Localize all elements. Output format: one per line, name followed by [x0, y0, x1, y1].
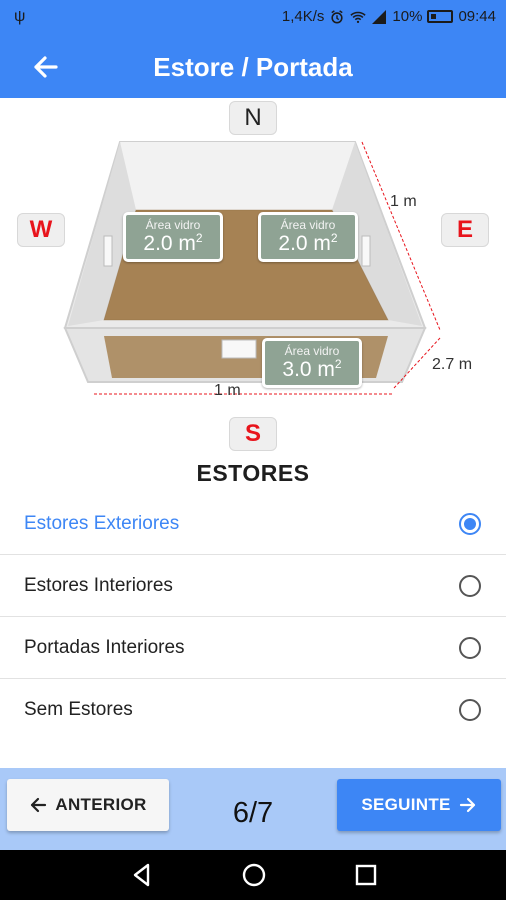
battery-percent: 10% — [392, 8, 423, 25]
glass-area-value: 3.0 m2 — [282, 357, 342, 381]
option-label: Portadas Interiores — [24, 637, 185, 658]
compass-west: W — [17, 213, 65, 247]
radio-button[interactable] — [459, 575, 481, 597]
signal-icon — [372, 9, 387, 24]
option-estores-interiores[interactable]: Estores Interiores — [0, 555, 506, 617]
network-speed: 1,4K/s — [281, 8, 325, 25]
option-label: Estores Interiores — [24, 575, 173, 596]
glass-area-label: Área vidro — [284, 344, 340, 358]
section-title: ESTORES — [196, 460, 310, 486]
option-estores-exteriores[interactable]: Estores Exteriores — [0, 493, 506, 555]
home-circle-icon[interactable] — [240, 861, 268, 889]
option-label: Estores Exteriores — [24, 513, 180, 534]
status-bar: ψ 1,4K/s 10% 09:44 — [0, 0, 506, 34]
room-diagram: N W E S Área vidro 2.0 m2 Área vidro 2.0… — [0, 98, 506, 458]
back-triangle-icon[interactable] — [128, 861, 156, 889]
compass-south: S — [229, 417, 277, 451]
glass-area-value: 2.0 m2 — [278, 231, 338, 255]
radio-button[interactable] — [459, 699, 481, 721]
glass-area-south[interactable]: Área vidro 3.0 m2 — [262, 338, 362, 388]
option-label: Sem Estores — [24, 699, 133, 720]
next-button[interactable]: SEGUINTE — [337, 779, 501, 831]
radio-button[interactable] — [459, 637, 481, 659]
dimension-depth: 1 m — [390, 193, 417, 210]
option-sem-estores[interactable]: Sem Estores — [0, 679, 506, 741]
usb-icon: ψ — [14, 8, 26, 25]
dimension-width: 1 m — [214, 382, 241, 399]
option-portadas-interiores[interactable]: Portadas Interiores — [0, 617, 506, 679]
wifi-icon — [350, 11, 367, 23]
page-title: Estore / Portada — [153, 52, 353, 82]
dimension-height: 2.7 m — [432, 356, 473, 373]
alarm-icon — [331, 9, 344, 23]
compass-north: N — [229, 101, 277, 135]
radio-button-checked[interactable] — [459, 513, 481, 535]
glass-area-label: Área vidro — [145, 218, 201, 232]
system-navigation-bar — [0, 850, 506, 900]
next-button-label: SEGUINTE — [361, 795, 451, 814]
wizard-footer: ANTERIOR 6/7 SEGUINTE — [0, 768, 506, 850]
app-bar: Estore / Portada — [0, 34, 506, 98]
glass-area-west[interactable]: Área vidro 2.0 m2 — [123, 212, 223, 262]
glass-area-east[interactable]: Área vidro 2.0 m2 — [258, 212, 358, 262]
glass-area-label: Área vidro — [280, 218, 336, 232]
glass-area-value: 2.0 m2 — [143, 231, 203, 255]
clock: 09:44 — [458, 8, 496, 25]
shutter-options-list: Estores Exteriores Estores Interiores Po… — [0, 493, 506, 741]
arrow-right-icon — [459, 797, 475, 813]
battery-icon — [427, 10, 454, 23]
compass-east: E — [441, 213, 489, 247]
recents-square-icon[interactable] — [352, 861, 380, 889]
room-illustration — [63, 141, 441, 395]
